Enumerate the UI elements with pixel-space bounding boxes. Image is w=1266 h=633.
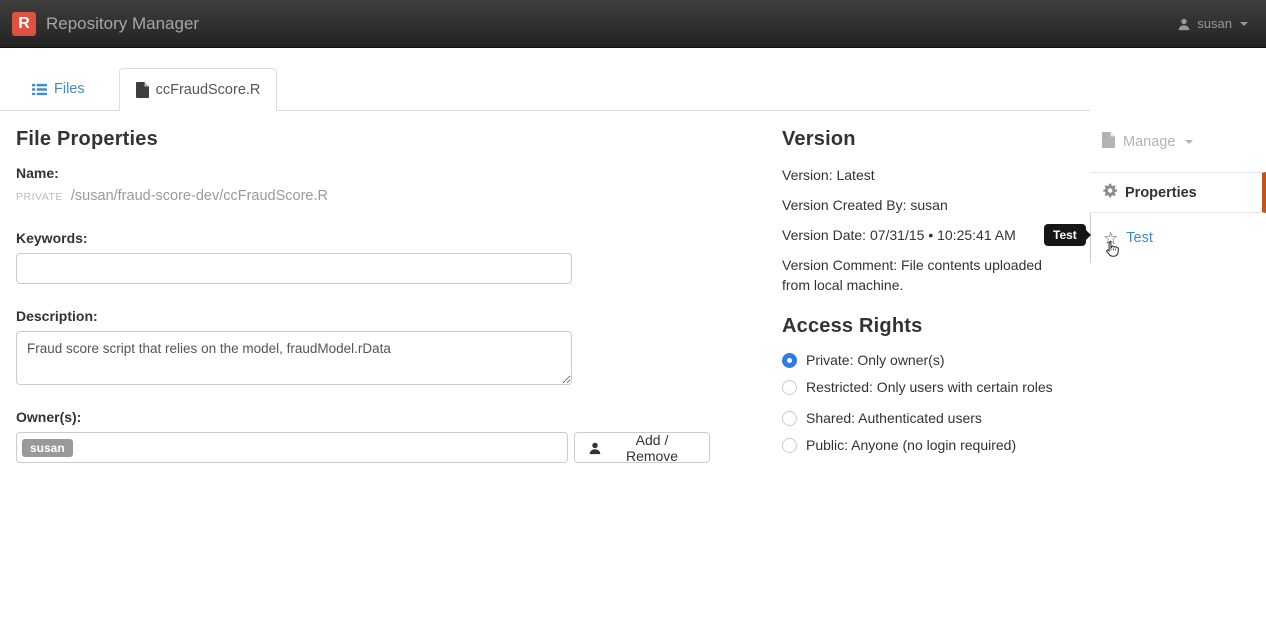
access-option-shared[interactable]: Shared: Authenticated users bbox=[782, 410, 1082, 426]
owners-row: susan Add / Remove bbox=[16, 431, 710, 464]
user-menu[interactable]: susan bbox=[1177, 16, 1248, 31]
logo-letter: R bbox=[18, 14, 30, 32]
owners-input[interactable]: susan bbox=[16, 432, 569, 463]
add-remove-owner-button[interactable]: Add / Remove bbox=[574, 431, 710, 464]
description-input[interactable]: Fraud score script that relies on the mo… bbox=[16, 331, 572, 385]
access-option-private-label: Private: Only owner(s) bbox=[806, 352, 945, 368]
app-header: R Repository Manager susan bbox=[0, 0, 1266, 48]
manage-menu[interactable]: Manage bbox=[1090, 111, 1266, 172]
radio-selected-icon[interactable] bbox=[782, 352, 797, 368]
description-label: Description: bbox=[16, 308, 98, 324]
tab-ccfraudscore-label: ccFraudScore.R bbox=[155, 81, 261, 98]
access-option-public[interactable]: Public: Anyone (no login required) bbox=[782, 437, 1082, 453]
page: R Repository Manager susan Files ccFraud… bbox=[0, 0, 1266, 633]
person-icon bbox=[588, 441, 602, 455]
test-tooltip: Test bbox=[1044, 224, 1091, 246]
access-option-restricted[interactable]: Restricted: Only users with certain role… bbox=[782, 379, 1082, 395]
file-icon bbox=[135, 81, 149, 98]
tab-ccfraudscore[interactable]: ccFraudScore.R bbox=[118, 68, 278, 111]
chevron-down-icon bbox=[1185, 139, 1194, 144]
access-option-private[interactable]: Private: Only owner(s) bbox=[782, 352, 1082, 368]
file-path: /susan/fraud-score-dev/ccFraudScore.R bbox=[70, 188, 328, 204]
version-section: Version Version: Latest Version Created … bbox=[782, 118, 1082, 464]
manage-menu-label: Manage bbox=[1123, 133, 1176, 150]
version-title: Version bbox=[782, 128, 856, 150]
pointer-cursor-icon bbox=[1102, 239, 1121, 264]
tab-files-label: Files bbox=[54, 81, 85, 97]
radio-icon[interactable] bbox=[782, 379, 797, 395]
visibility-badge: PRIVATE bbox=[16, 191, 63, 203]
access-option-restricted-label: Restricted: Only users with certain role… bbox=[806, 379, 1053, 395]
app-title: Repository Manager bbox=[46, 13, 200, 33]
file-properties-title: File Properties bbox=[16, 128, 158, 150]
tab-bar: Files ccFraudScore.R bbox=[0, 68, 1090, 111]
version-created-by: Version Created By: susan bbox=[782, 197, 948, 213]
radio-icon[interactable] bbox=[782, 437, 797, 453]
version-line: Version: Latest bbox=[782, 167, 875, 183]
name-label: Name: bbox=[16, 165, 59, 181]
owners-label: Owner(s): bbox=[16, 409, 82, 425]
version-date: Version Date: 07/31/15 • 10:25:41 AM bbox=[782, 227, 1016, 243]
radio-icon[interactable] bbox=[782, 410, 797, 426]
sidebar-item-test-label: Test bbox=[1126, 230, 1153, 246]
version-comment: Version Comment: File contents uploaded … bbox=[782, 257, 1042, 293]
file-icon bbox=[1102, 131, 1115, 152]
user-icon bbox=[1177, 17, 1191, 31]
access-option-shared-label: Shared: Authenticated users bbox=[806, 410, 982, 426]
access-rights-title: Access Rights bbox=[782, 315, 923, 337]
add-remove-owner-label: Add / Remove bbox=[625, 431, 679, 464]
owner-tag: susan bbox=[22, 438, 73, 457]
file-properties-section: File Properties Name: PRIVATE /susan/fra… bbox=[16, 118, 710, 464]
file-name-line: PRIVATE /susan/fraud-score-dev/ccFraudSc… bbox=[16, 188, 710, 204]
app-logo-icon: R bbox=[12, 11, 36, 36]
keywords-label: Keywords: bbox=[16, 230, 88, 246]
access-option-public-label: Public: Anyone (no login required) bbox=[806, 437, 1017, 453]
gear-icon bbox=[1102, 183, 1117, 202]
user-name: susan bbox=[1197, 16, 1232, 31]
sidebar-item-properties-label: Properties bbox=[1125, 184, 1197, 201]
tab-files[interactable]: Files bbox=[16, 68, 101, 110]
list-icon bbox=[32, 82, 47, 97]
keywords-input[interactable] bbox=[16, 253, 572, 284]
sidebar-item-properties[interactable]: Properties bbox=[1090, 172, 1266, 213]
chevron-down-icon bbox=[1240, 21, 1248, 26]
